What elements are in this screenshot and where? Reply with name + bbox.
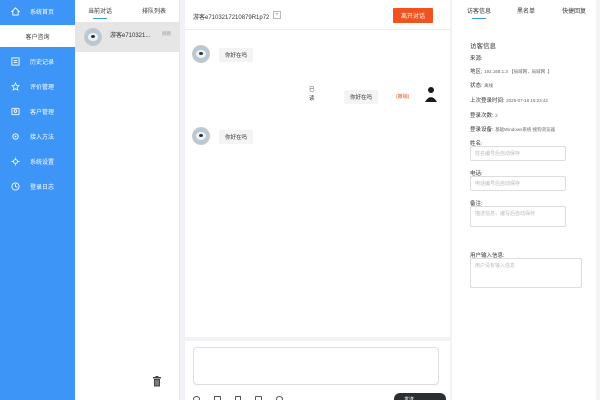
end-conversation-button[interactable]: 离开对话 (393, 8, 433, 23)
tab-visitor-info[interactable]: 访客信息 (467, 6, 491, 19)
sidebar-item-label: 登录日志 (30, 184, 55, 191)
tab-queue[interactable]: 排队列表 (142, 6, 166, 15)
visitor-avatar (192, 127, 210, 145)
source-label: 来源: (470, 56, 483, 62)
file-icon[interactable] (235, 396, 241, 400)
sidebar-item-integration[interactable]: 接入方法 (0, 125, 75, 147)
status-value: 离线 (484, 83, 494, 88)
phone-field[interactable]: 电话编号后自动保存 (470, 176, 566, 191)
visitor-id: 游客e7103217210879R1p72 (193, 15, 270, 21)
chat-header: 游客e7103217210879R1p72 + 离开对话 (185, 0, 450, 30)
device-value: 基础Windows系统 搜狗浏览器 (495, 127, 556, 132)
history-icon (8, 56, 22, 66)
conversation-list: 当前对话 排队列表 游客e710321... 刚刚 (75, 0, 180, 400)
trash-icon[interactable] (152, 376, 162, 389)
agent-avatar (422, 84, 440, 104)
emoji-icon[interactable] (193, 396, 200, 400)
sidebar-item-label: 系统设置 (30, 159, 55, 166)
message-bubble: 你好在吗 (219, 48, 254, 62)
sidebar-item-reviews[interactable]: 评价管理 (0, 75, 75, 97)
sidebar-item-label: 客户管理 (30, 109, 55, 116)
visitor-avatar (192, 45, 210, 63)
login-count-row: 登录次数: 2 (470, 111, 498, 119)
sidebar-item-label: 接入方法 (30, 134, 55, 141)
message-input[interactable] (193, 347, 439, 385)
login-count-value: 2 (495, 113, 498, 118)
message-bubble: 你好在吗 (219, 130, 254, 144)
chat-divider (185, 337, 450, 341)
conversation-name: 游客e710321... (110, 33, 151, 39)
send-button[interactable]: 发送 (394, 393, 446, 400)
last-login-value: 2025-07-18 15:23:42 (506, 98, 548, 103)
visitor-info-panel: 访客信息 黑名单 快捷回复 访客信息 来源: 地区: 192.168.1.3 【… (452, 0, 600, 400)
sidebar-item-customer-consult[interactable]: 客户咨询 (0, 25, 75, 47)
region-value: 192.168.1.3 【局域网，局域网 .】 (484, 69, 553, 74)
login-count-label: 登录次数: (470, 113, 494, 119)
sidebar: 系统首页 客户咨询 历史记录 评价管理 客户管理 接入方法 系统设置 登录日志 (0, 0, 75, 400)
read-status: 已读 (309, 87, 315, 102)
status-row: 状态: 离线 (470, 81, 493, 89)
sidebar-item-label: 系统首页 (30, 9, 55, 16)
edit-icon[interactable]: + (273, 11, 281, 19)
history-icon[interactable] (276, 396, 283, 400)
star-icon (8, 81, 22, 91)
sidebar-item-history[interactable]: 历史记录 (0, 50, 75, 72)
last-login-row: 上次登录时间: 2025-07-18 15:23:42 (470, 96, 548, 104)
region-row: 地区: 192.168.1.3 【局域网，局域网 .】 (470, 67, 552, 75)
send-label: 发送 (404, 397, 415, 400)
clock-icon (8, 181, 22, 191)
note-field[interactable]: 描述信息，编写后自动保存 (470, 206, 566, 227)
recall-link[interactable]: (撤销) (396, 93, 409, 100)
visitor-avatar (84, 28, 102, 46)
scrollbar[interactable] (596, 0, 600, 400)
sidebar-item-label: 客户咨询 (25, 34, 50, 41)
status-label: 状态: (470, 83, 483, 89)
tab-quick-replies[interactable]: 快捷回复 (562, 6, 586, 15)
name-field[interactable]: 姓名编号后自动保存 (470, 146, 566, 161)
tab-current-chats[interactable]: 当前对话 (88, 6, 112, 19)
sidebar-item-label: 评价管理 (30, 84, 55, 91)
home-icon (8, 6, 22, 16)
device-label: 登录设备: (470, 127, 494, 133)
plug-icon (8, 132, 22, 141)
conversation-time: 刚刚 (162, 31, 171, 36)
last-login-label: 上次登录时间: (470, 98, 505, 104)
user-info-field[interactable]: 用户没有输入信息 (470, 258, 582, 288)
device-row: 登录设备: 基础Windows系统 搜狗浏览器 (470, 125, 555, 133)
sidebar-item-login-log[interactable]: 登录日志 (0, 175, 75, 197)
message-bubble: 你好在吗 (344, 90, 379, 104)
sidebar-item-settings[interactable]: 系统设置 (0, 150, 75, 172)
section-title: 访客信息 (470, 43, 496, 50)
sidebar-item-home[interactable]: 系统首页 (0, 0, 75, 22)
chat-toolbar (193, 396, 283, 400)
quick-reply-icon[interactable] (255, 396, 262, 400)
region-label: 地区: (470, 69, 483, 75)
conversation-item[interactable]: 游客e710321... 刚刚 (75, 22, 180, 52)
customer-icon (8, 107, 22, 116)
image-icon[interactable] (214, 396, 221, 400)
tab-blacklist[interactable]: 黑名单 (517, 6, 535, 15)
sidebar-item-label: 历史记录 (30, 59, 55, 66)
settings-icon (8, 156, 22, 166)
sidebar-item-customers[interactable]: 客户管理 (0, 100, 75, 122)
